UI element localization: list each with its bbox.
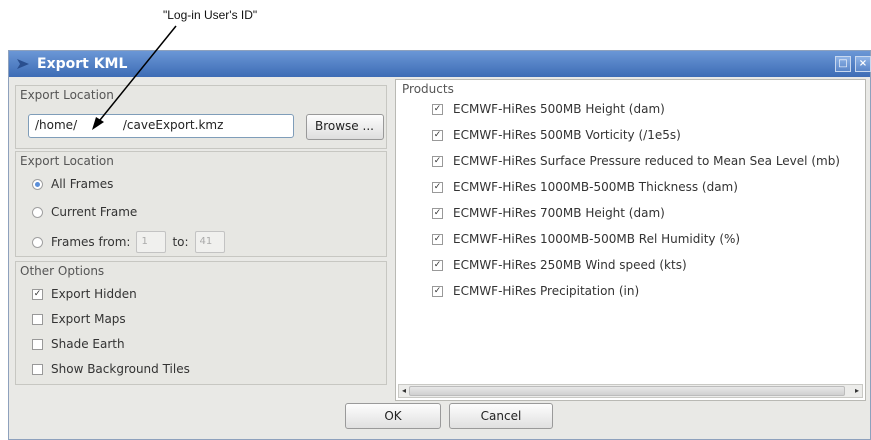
maximize-button[interactable]: □ — [835, 56, 851, 72]
product-label: ECMWF-HiRes 500MB Height (dam) — [453, 102, 665, 116]
product-label: ECMWF-HiRes Precipitation (in) — [453, 284, 640, 298]
shade-earth-label: Shade Earth — [51, 337, 125, 351]
radio-all-frames[interactable]: All Frames — [32, 174, 113, 194]
annotation-label: "Log-in User's ID" — [163, 8, 258, 22]
export-maps-label: Export Maps — [51, 312, 126, 326]
product-label: ECMWF-HiRes 500MB Vorticity (/1e5s) — [453, 128, 681, 142]
ok-button[interactable]: OK — [345, 403, 441, 429]
left-pane: Export Location /home/ /caveExport.kmz B… — [15, 79, 389, 387]
product-checkbox[interactable]: ✓ — [432, 259, 443, 271]
product-label: ECMWF-HiRes 1000MB-500MB Rel Humidity (%… — [453, 232, 741, 246]
browse-button[interactable]: Browse ... — [306, 114, 384, 140]
product-label: ECMWF-HiRes 250MB Wind speed (kts) — [453, 258, 687, 272]
frames-from-input[interactable]: 1 — [136, 231, 167, 253]
export-hidden-checkbox[interactable]: ✓ — [32, 288, 43, 300]
product-item[interactable]: ✓ ECMWF-HiRes Precipitation (in) — [432, 282, 639, 300]
app-icon — [17, 59, 29, 69]
export-path-input[interactable]: /home/ /caveExport.kmz — [28, 114, 294, 138]
window-title: Export KML — [37, 56, 128, 72]
checkbox-export-hidden[interactable]: ✓ Export Hidden — [32, 284, 137, 304]
product-checkbox[interactable]: ✓ — [432, 285, 443, 297]
show-background-tiles-checkbox[interactable] — [32, 363, 43, 375]
product-item[interactable]: ✓ ECMWF-HiRes 1000MB-500MB Thickness (da… — [432, 178, 738, 196]
product-item[interactable]: ✓ ECMWF-HiRes 1000MB-500MB Rel Humidity … — [432, 230, 740, 248]
export-maps-checkbox[interactable] — [32, 313, 43, 325]
product-checkbox[interactable]: ✓ — [432, 233, 443, 245]
cancel-button[interactable]: Cancel — [449, 403, 553, 429]
product-checkbox[interactable]: ✓ — [432, 155, 443, 167]
radio-current-frame-indicator[interactable] — [32, 206, 43, 218]
export-path-group-label: Export Location — [20, 88, 114, 102]
scroll-right-arrow-icon[interactable]: ▸ — [852, 385, 862, 397]
products-panel: Products ✓ ECMWF-HiRes 500MB Height (dam… — [395, 79, 866, 401]
scroll-left-arrow-icon[interactable]: ◂ — [399, 385, 409, 397]
products-horizontal-scrollbar[interactable]: ◂ ▸ — [398, 384, 863, 398]
checkbox-export-maps[interactable]: Export Maps — [32, 309, 126, 329]
radio-frames-range[interactable]: Frames from: 1 to: 41 — [32, 230, 231, 254]
product-checkbox[interactable]: ✓ — [432, 207, 443, 219]
other-options-group-label: Other Options — [20, 264, 105, 278]
product-label: ECMWF-HiRes 700MB Height (dam) — [453, 206, 665, 220]
radio-frames-range-label: Frames from: — [51, 235, 131, 249]
product-label: ECMWF-HiRes 1000MB-500MB Thickness (dam) — [453, 180, 738, 194]
export-hidden-label: Export Hidden — [51, 287, 137, 301]
product-label: ECMWF-HiRes Surface Pressure reduced to … — [453, 154, 840, 168]
close-button[interactable]: × — [855, 56, 871, 72]
product-item[interactable]: ✓ ECMWF-HiRes 500MB Height (dam) — [432, 100, 665, 118]
radio-all-frames-label: All Frames — [51, 177, 114, 191]
product-item[interactable]: ✓ ECMWF-HiRes 500MB Vorticity (/1e5s) — [432, 126, 681, 144]
show-background-tiles-label: Show Background Tiles — [51, 362, 190, 376]
radio-current-frame[interactable]: Current Frame — [32, 202, 137, 222]
export-frames-group: Export Location All Frames Current Frame… — [15, 151, 387, 257]
checkbox-shade-earth[interactable]: Shade Earth — [32, 334, 125, 354]
shade-earth-checkbox[interactable] — [32, 338, 43, 350]
product-item[interactable]: ✓ ECMWF-HiRes 250MB Wind speed (kts) — [432, 256, 687, 274]
title-bar[interactable]: Export KML □ × — [9, 51, 871, 77]
products-label: Products — [402, 82, 454, 96]
scrollbar-thumb[interactable] — [409, 386, 845, 396]
radio-current-frame-label: Current Frame — [51, 205, 138, 219]
frames-to-label: to: — [172, 235, 189, 249]
export-frames-group-label: Export Location — [20, 154, 114, 168]
product-item[interactable]: ✓ ECMWF-HiRes 700MB Height (dam) — [432, 204, 665, 222]
radio-all-frames-indicator[interactable] — [32, 178, 43, 190]
checkbox-show-background-tiles[interactable]: Show Background Tiles — [32, 359, 190, 379]
product-checkbox[interactable]: ✓ — [432, 103, 443, 115]
frames-to-input[interactable]: 41 — [194, 231, 225, 253]
other-options-group: Other Options ✓ Export Hidden Export Map… — [15, 261, 387, 385]
export-kml-dialog: Export KML □ × Export Location /home/ /c… — [8, 50, 871, 440]
radio-frames-range-indicator[interactable] — [32, 236, 43, 248]
product-checkbox[interactable]: ✓ — [432, 129, 443, 141]
export-path-group: Export Location /home/ /caveExport.kmz B… — [15, 85, 387, 149]
product-checkbox[interactable]: ✓ — [432, 181, 443, 193]
product-item[interactable]: ✓ ECMWF-HiRes Surface Pressure reduced t… — [432, 152, 840, 170]
